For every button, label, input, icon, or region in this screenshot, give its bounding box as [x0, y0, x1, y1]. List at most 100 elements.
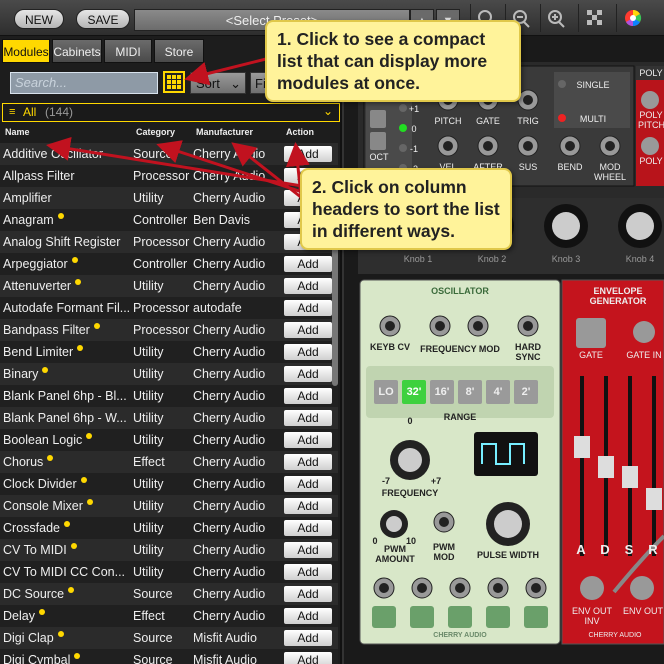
module-manufacturer: Cherry Audio — [193, 477, 266, 491]
table-row[interactable]: Boolean Logic Utility Cherry Audio Add — [0, 429, 338, 451]
range-label: RANGE — [443, 412, 477, 422]
checkerboard-icon[interactable] — [578, 4, 608, 32]
range-selector: LO 32' 16' 8' 4' 2' — [374, 380, 550, 404]
add-module-button[interactable]: Add — [284, 322, 332, 338]
add-module-button[interactable]: Add — [284, 146, 332, 162]
module-category: Source — [133, 631, 173, 645]
table-row[interactable]: AmplifierUtilityCherry AudioAdd — [0, 187, 338, 209]
table-row[interactable]: Autodafe Formant Fil... Processor autodafe… — [0, 297, 338, 319]
add-module-button[interactable]: Add — [284, 630, 332, 646]
module-category: Source — [133, 587, 173, 601]
range-button[interactable]: 32' — [402, 380, 426, 404]
module-category: Utility — [133, 389, 164, 403]
module-category: Effect — [133, 609, 165, 623]
table-row[interactable]: Arpeggiator Controller Cherry Audio Add — [0, 253, 338, 275]
module-category: Source — [133, 147, 173, 161]
tab-midi[interactable]: MIDI — [104, 39, 152, 63]
list-icon: ≡ — [9, 106, 16, 118]
add-module-button[interactable]: Add — [284, 564, 332, 580]
knob-3-label: Knob 3 — [551, 254, 581, 264]
column-header-category[interactable]: Category — [136, 127, 175, 141]
table-row[interactable]: Crossfade Utility Cherry Audio Add — [0, 517, 338, 539]
add-module-button[interactable]: Add — [284, 344, 332, 360]
zoom-in-icon[interactable] — [540, 4, 570, 32]
table-row[interactable]: Binary Utility Cherry Audio Add — [0, 363, 338, 385]
range-button[interactable]: 8' — [458, 380, 482, 404]
table-row[interactable]: Bandpass Filter Processor Cherry Audio Add — [0, 319, 338, 341]
table-row[interactable]: Digi Cymbal Source Misfit Audio Add — [0, 649, 338, 664]
table-row[interactable]: Analog Shift Register Processor Cherry Aud… — [0, 231, 338, 253]
module-manufacturer: Misfit Audio — [193, 631, 257, 645]
add-module-button[interactable]: Add — [284, 498, 332, 514]
add-module-button[interactable]: Add — [284, 278, 332, 294]
module-name: Allpass Filter — [3, 169, 75, 183]
trig-label: TRIG — [517, 116, 539, 126]
module-name: Crossfade — [3, 521, 131, 535]
table-row[interactable]: Digi Clap Source Misfit Audio Add — [0, 627, 338, 649]
table-row[interactable]: Console Mixer Utility Cherry Audio Add — [0, 495, 338, 517]
add-module-button[interactable]: Add — [284, 366, 332, 382]
sort-dropdown[interactable]: Sort ⌄ — [190, 72, 246, 94]
range-button[interactable]: 16' — [430, 380, 454, 404]
pwm-amount-label: PWM AMOUNT — [375, 544, 415, 564]
table-row[interactable]: Blank Panel 6hp - W... Utility Cherry Audi… — [0, 407, 338, 429]
range-button[interactable]: LO — [374, 380, 398, 404]
add-module-button[interactable]: Add — [284, 476, 332, 492]
module-name: Boolean Logic — [3, 433, 131, 447]
table-row[interactable]: Clock Divider Utility Cherry Audio Add — [0, 473, 338, 495]
sustain-label: S — [624, 542, 634, 557]
add-module-button[interactable]: Add — [284, 410, 332, 426]
knob-2-label: Knob 2 — [477, 254, 507, 264]
category-filter-bar[interactable]: ≡ All (144) ⌄ — [2, 103, 340, 122]
single-label[interactable]: SINGLE — [568, 80, 618, 90]
color-wheel-icon[interactable] — [616, 4, 646, 32]
module-name: Binary — [3, 367, 131, 381]
range-button[interactable]: 2' — [514, 380, 538, 404]
add-module-button[interactable]: Add — [284, 454, 332, 470]
add-module-button[interactable]: Add — [284, 542, 332, 558]
add-module-button[interactable]: Add — [284, 300, 332, 316]
table-row[interactable]: Delay Effect Cherry Audio Add — [0, 605, 338, 627]
table-row[interactable]: CV To MIDI Utility Cherry Audio Add — [0, 539, 338, 561]
module-name: Console Mixer — [3, 499, 131, 513]
search-input[interactable]: Search... — [10, 72, 158, 94]
add-module-button[interactable]: Add — [284, 608, 332, 624]
table-row[interactable]: Allpass FilterProcessorCherry AudioAdd — [0, 165, 338, 187]
new-button[interactable]: NEW — [14, 9, 64, 29]
tab-modules[interactable]: Modules — [2, 39, 50, 63]
release-label: R — [648, 542, 658, 557]
save-button[interactable]: SAVE — [76, 9, 130, 29]
table-row[interactable]: CV To MIDI CC Con... Utility Cherry Audio A… — [0, 561, 338, 583]
column-header-name[interactable]: Name — [5, 127, 30, 141]
table-row[interactable]: Additive Oscillator Source Cherry Audio Add — [0, 143, 338, 165]
column-header-manufacturer[interactable]: Manufacturer — [196, 127, 253, 141]
add-module-button[interactable]: Add — [284, 388, 332, 404]
table-row[interactable]: Attenuverter Utility Cherry Audio Add — [0, 275, 338, 297]
add-module-button[interactable]: Add — [284, 652, 332, 664]
module-name: CV To MIDI — [3, 543, 131, 557]
multi-label[interactable]: MULTI — [568, 114, 618, 124]
table-row[interactable]: Blank Panel 6hp - Bl... Utility Cherry Aud… — [0, 385, 338, 407]
module-name: DC Source — [3, 587, 131, 601]
add-module-button[interactable]: Add — [284, 432, 332, 448]
table-row[interactable]: Chorus Effect Cherry Audio Add — [0, 451, 338, 473]
module-manufacturer: Cherry Audio — [193, 411, 266, 425]
table-row[interactable]: AnagramControllerBen DavisAdd — [0, 209, 338, 231]
new-badge-icon — [71, 257, 78, 263]
tab-store[interactable]: Store — [154, 39, 204, 63]
add-module-button[interactable]: Add — [284, 520, 332, 536]
module-category: Source — [133, 653, 173, 664]
module-manufacturer: Cherry Audio — [193, 609, 266, 623]
module-name: Attenuverter — [3, 279, 131, 293]
add-module-button[interactable]: Add — [284, 586, 332, 602]
module-category: Utility — [133, 411, 164, 425]
table-row[interactable]: Bend Limiter Utility Cherry Audio Add — [0, 341, 338, 363]
column-header-action[interactable]: Action — [286, 127, 314, 141]
module-manufacturer: Cherry Audio — [193, 389, 266, 403]
add-module-button[interactable]: Add — [284, 256, 332, 272]
range-button[interactable]: 4' — [486, 380, 510, 404]
new-badge-icon — [80, 477, 87, 483]
tab-cabinets[interactable]: Cabinets — [52, 39, 102, 63]
table-row[interactable]: DC Source Source Cherry Audio Add — [0, 583, 338, 605]
compact-view-grid-icon[interactable] — [163, 71, 185, 93]
